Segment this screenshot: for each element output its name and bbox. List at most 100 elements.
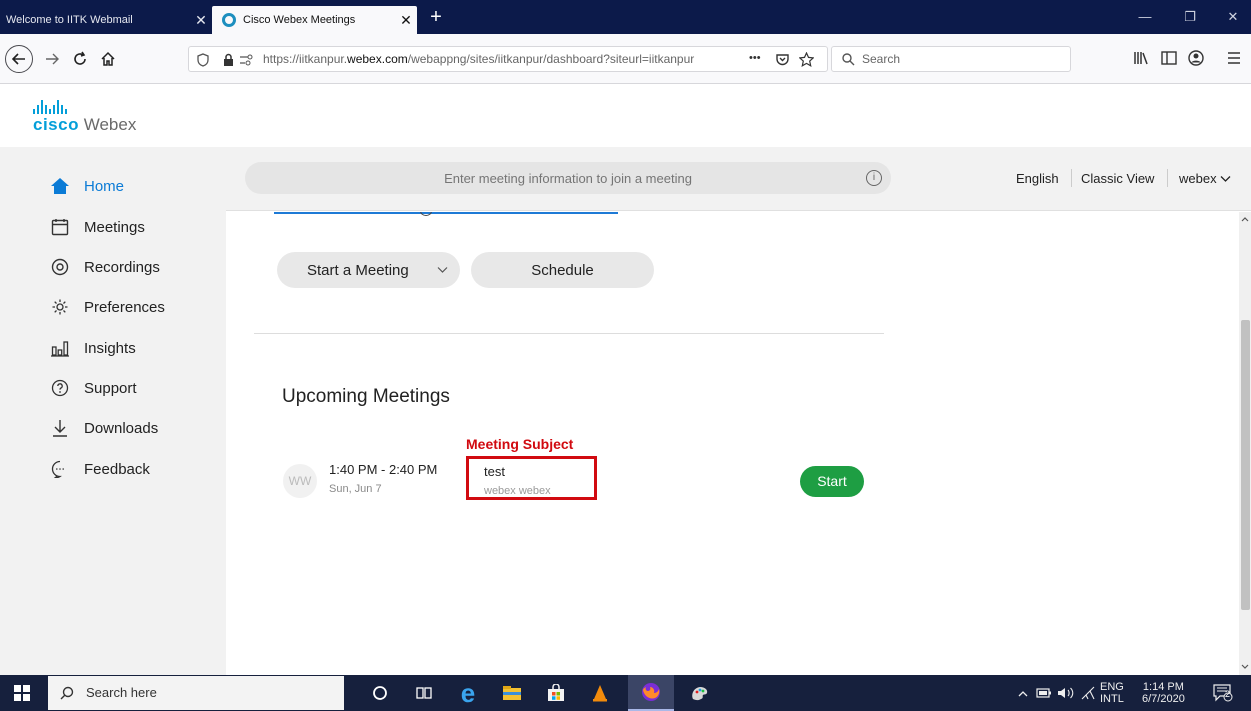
insights-icon [50, 338, 70, 358]
browser-search-input[interactable]: Search [831, 46, 1071, 72]
reload-button[interactable] [66, 45, 94, 73]
edge-browser-icon[interactable]: e [448, 675, 488, 711]
browser-tab-strip: Welcome to IITK Webmail ✕ Cisco Webex Me… [0, 0, 1251, 34]
wifi-icon[interactable] [1080, 675, 1096, 711]
taskbar-search-placeholder: Search here [86, 685, 157, 700]
bookmark-star-icon[interactable] [799, 52, 814, 67]
taskbar-search-input[interactable]: Search here [48, 676, 344, 710]
record-icon [50, 257, 70, 277]
annotation-label: Meeting Subject [466, 436, 574, 452]
download-icon [50, 418, 70, 438]
new-tab-button[interactable]: + [424, 6, 448, 32]
shield-icon [197, 53, 209, 67]
task-view-icon[interactable] [404, 675, 444, 711]
library-icon[interactable] [1133, 51, 1149, 65]
clock[interactable]: 1:14 PM 6/7/2020 [1142, 675, 1185, 711]
minimize-icon[interactable]: — [1130, 7, 1160, 27]
url-domain: webex.com [347, 52, 408, 66]
notification-center-icon[interactable]: 2 [1213, 675, 1233, 711]
search-icon [842, 53, 855, 66]
battery-icon[interactable] [1036, 675, 1052, 711]
feedback-icon [50, 459, 70, 479]
windows-logo-icon [14, 685, 30, 701]
vlc-icon[interactable] [580, 675, 620, 711]
sidebar-item-downloads[interactable]: Downloads [50, 416, 158, 440]
browser-navbar: https://iitkanpur.webex.com/webappng/sit… [0, 34, 1251, 84]
main-topbar: i English Classic View webex [226, 147, 1251, 211]
info-icon[interactable]: i [866, 170, 882, 186]
language-indicator[interactable]: ENG INTL [1100, 675, 1124, 711]
tab-webmail[interactable]: Welcome to IITK Webmail ✕ [0, 6, 212, 34]
account-icon[interactable] [1188, 50, 1204, 66]
chevron-down-icon [1220, 176, 1231, 182]
tab-webex[interactable]: Cisco Webex Meetings ✕ [212, 6, 417, 34]
start-meeting-button[interactable]: Start a Meeting [277, 252, 460, 288]
sidebar-item-preferences[interactable]: Preferences [50, 295, 165, 319]
more-ways-icon [420, 212, 432, 216]
schedule-button[interactable]: Schedule [471, 252, 654, 288]
classic-view-link[interactable]: Classic View [1081, 171, 1154, 186]
sidebar-item-feedback[interactable]: Feedback [50, 457, 150, 481]
sidebar-item-label: Recordings [84, 258, 160, 276]
store-icon[interactable] [536, 675, 576, 711]
browser-home-icon [101, 51, 115, 66]
logo-cisco: cisco [33, 115, 79, 134]
meeting-host: webex webex [484, 485, 551, 497]
home-button[interactable] [94, 45, 122, 73]
logo-text: cisco Webex [33, 115, 136, 135]
section-title: Upcoming Meetings [282, 386, 450, 407]
join-meeting-input[interactable] [245, 162, 891, 194]
chevron-down-icon[interactable] [437, 266, 448, 274]
search-icon [60, 686, 74, 700]
volume-icon[interactable] [1057, 675, 1075, 711]
pocket-icon[interactable] [775, 52, 790, 67]
sidebar-item-meetings[interactable]: Meetings [50, 215, 145, 239]
firefox-taskbar-icon[interactable] [628, 675, 674, 711]
page-actions-icon[interactable]: ••• [749, 52, 761, 64]
url-prefix: https://iitkanpur. [263, 52, 348, 66]
notification-count: 2 [1225, 689, 1231, 699]
paint-icon[interactable] [680, 675, 720, 711]
sidebar-item-home[interactable]: Home [50, 174, 124, 198]
user-menu[interactable]: webex [1179, 171, 1231, 186]
language-link[interactable]: English [1016, 171, 1059, 186]
scrollbar-thumb[interactable] [1241, 320, 1250, 610]
separator [1167, 169, 1168, 187]
lock-icon [224, 53, 233, 66]
start-button[interactable]: Start [800, 466, 864, 497]
sidebar-item-label: Meetings [84, 218, 145, 236]
join-options-underline [274, 212, 618, 214]
close-tab-icon[interactable]: ✕ [395, 12, 417, 29]
user-name: webex [1179, 171, 1217, 186]
sidebar-item-recordings[interactable]: Recordings [50, 255, 160, 279]
close-tab-icon[interactable]: ✕ [190, 12, 212, 29]
cortana-icon[interactable] [360, 675, 400, 711]
webex-logo[interactable]: cisco Webex [33, 100, 136, 135]
permissions-icon [240, 54, 253, 66]
windows-start-button[interactable] [0, 675, 44, 711]
forward-button[interactable] [38, 45, 66, 73]
scroll-up-icon[interactable] [1241, 216, 1249, 222]
forward-arrow-icon [46, 53, 59, 65]
help-icon [50, 378, 70, 398]
back-arrow-icon [12, 53, 25, 65]
lang-top: ENG [1100, 681, 1124, 693]
main-content: Start a Meeting Schedule Upcoming Meetin… [226, 212, 1239, 675]
restore-icon[interactable]: ❐ [1175, 7, 1205, 27]
back-button[interactable] [5, 45, 33, 73]
meeting-subject[interactable]: test [484, 464, 505, 479]
start-meeting-label: Start a Meeting [307, 261, 409, 279]
calendar-icon [50, 217, 70, 237]
file-explorer-icon[interactable] [492, 675, 532, 711]
show-hidden-icons[interactable] [1018, 675, 1028, 711]
sidebar-item-support[interactable]: Support [50, 376, 137, 400]
clock-time: 1:14 PM [1142, 681, 1184, 693]
close-window-icon[interactable]: ✕ [1218, 7, 1248, 27]
sidebar-toggle-icon[interactable] [1161, 51, 1177, 65]
separator [1071, 169, 1072, 187]
sidebar-item-insights[interactable]: Insights [50, 336, 136, 360]
menu-icon[interactable] [1227, 51, 1241, 65]
sidebar-item-label: Feedback [84, 460, 150, 478]
url-bar[interactable]: https://iitkanpur.webex.com/webappng/sit… [188, 46, 828, 72]
scroll-down-icon[interactable] [1241, 664, 1249, 670]
